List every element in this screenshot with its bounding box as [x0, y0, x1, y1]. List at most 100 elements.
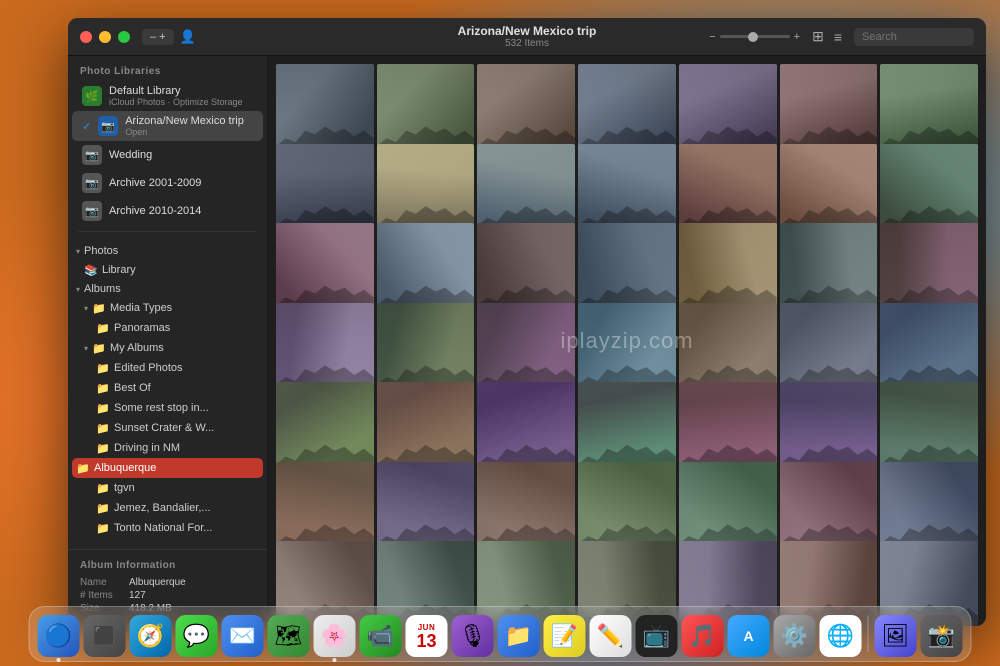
default-library-name: Default Library	[109, 85, 253, 97]
view-toggle: ⊞ ≡	[808, 26, 846, 47]
archive-2001-icon: 📷	[82, 173, 102, 193]
tree-some-rest-stop[interactable]: 📁 Some rest stop in...	[68, 398, 267, 418]
dock-divider	[868, 616, 869, 652]
dock-item-appstore[interactable]: A	[728, 615, 770, 657]
archive-2010-name: Archive 2010-2014	[109, 205, 253, 217]
dock-item-calendar[interactable]: JUN 13	[406, 615, 448, 657]
az-nm-sub: Open	[125, 127, 253, 137]
dock-item-mail[interactable]: ✉️	[222, 615, 264, 657]
dock-item-freeform[interactable]: ✏️	[590, 615, 632, 657]
toolbar-right: − + ⊞ ≡	[709, 26, 974, 47]
zoom-slider-container: − +	[709, 31, 800, 43]
albuquerque-label: Albuquerque	[94, 462, 156, 474]
sidebar-item-archive-2010[interactable]: 📷 Archive 2010-2014	[72, 197, 263, 225]
dock-item-settings[interactable]: ⚙️	[774, 615, 816, 657]
photo-grid[interactable]: iplayzip.com	[268, 56, 986, 626]
az-nm-icon: 📷	[98, 116, 118, 136]
best-of-label: Best Of	[114, 382, 151, 394]
jemez-label: Jemez, Bandalier,...	[114, 502, 211, 514]
grid-view-button[interactable]: ⊞	[808, 26, 828, 47]
tree-panoramas[interactable]: 📁 Panoramas	[68, 318, 267, 338]
dock-item-finder[interactable]: 🔵	[38, 615, 80, 657]
tree-photos-section[interactable]: ▾ Photos	[68, 242, 267, 260]
dock-item-safari[interactable]: 🧭	[130, 615, 172, 657]
tree-nav: ▾ Photos 📚 Library ▾ Albums ▾ 📁 Media Ty…	[68, 238, 267, 542]
list-view-button[interactable]: ≡	[830, 26, 846, 47]
tree-albuquerque[interactable]: 📁 Albuquerque	[72, 458, 263, 478]
add-remove-button[interactable]: – +	[142, 29, 174, 45]
window-subtitle: 532 Items	[458, 38, 597, 49]
album-info-name-key: Name	[80, 577, 125, 588]
user-icon[interactable]: 👤	[180, 29, 196, 45]
dock-item-files[interactable]: 📁	[498, 615, 540, 657]
album-info-name-row: Name Albuquerque	[80, 577, 255, 588]
photos-label: Photos	[84, 245, 118, 257]
zoom-slider-track[interactable]	[720, 35, 790, 38]
dock-item-facetime[interactable]: 📹	[360, 615, 402, 657]
dock-item-screenshots[interactable]: 📸	[921, 615, 963, 657]
tree-tgvn[interactable]: 📁 tgvn	[68, 478, 267, 498]
tree-my-albums[interactable]: ▾ 📁 My Albums	[68, 338, 267, 358]
media-types-arrow: ▾	[84, 304, 88, 313]
dock-item-messages[interactable]: 💬	[176, 615, 218, 657]
dock-item-maps[interactable]: 🗺	[268, 615, 310, 657]
tree-albums-section[interactable]: ▾ Albums	[68, 280, 267, 298]
album-info-items-row: # Items 127	[80, 590, 255, 601]
dock: 🔵 ⬛ 🧭 💬 ✉️ 🗺 🌸 📹 JUN 13 🎙 📁 📝 ✏️ 📺 🎵 A ⚙…	[29, 606, 972, 662]
some-rest-stop-icon: 📁	[96, 401, 110, 415]
tree-media-types[interactable]: ▾ 📁 Media Types	[68, 298, 267, 318]
dock-item-preview[interactable]: 🖼	[875, 615, 917, 657]
album-info-name-value: Albuquerque	[129, 577, 186, 588]
close-button[interactable]	[80, 31, 92, 43]
tree-driving-in-nm[interactable]: 📁 Driving in NM	[68, 438, 267, 458]
dock-item-launchpad[interactable]: ⬛	[84, 615, 126, 657]
toolbar-actions: – + 👤	[142, 29, 196, 45]
sidebar-item-archive-2001[interactable]: 📷 Archive 2001-2009	[72, 169, 263, 197]
library-label: Library	[102, 264, 136, 276]
tree-edited-photos[interactable]: 📁 Edited Photos	[68, 358, 267, 378]
window-title: Arizona/New Mexico trip	[458, 24, 597, 38]
sidebar-item-az-nm[interactable]: ✓ 📷 Arizona/New Mexico trip Open	[72, 111, 263, 141]
dock-item-notes[interactable]: 📝	[544, 615, 586, 657]
sidebar-item-default-library[interactable]: 🌿 Default Library iCloud Photos · Optimi…	[72, 81, 263, 111]
dock-item-chrome[interactable]: 🌐	[820, 615, 862, 657]
my-albums-arrow: ▾	[84, 344, 88, 353]
dock-item-photos[interactable]: 🌸	[314, 615, 356, 657]
tree-jemez[interactable]: 📁 Jemez, Bandalier,...	[68, 498, 267, 518]
photo-libraries-section-label: Photo Libraries	[68, 56, 267, 81]
media-types-label: Media Types	[110, 302, 172, 314]
minimize-button[interactable]	[99, 31, 111, 43]
library-folder-icon: 📚	[84, 263, 98, 277]
jemez-icon: 📁	[96, 501, 110, 515]
zoom-slider-thumb[interactable]	[748, 32, 758, 42]
dock-item-music[interactable]: 🎵	[682, 615, 724, 657]
zoom-minus-icon: −	[709, 31, 715, 43]
tree-sunset-crater[interactable]: 📁 Sunset Crater & W...	[68, 418, 267, 438]
title-bar: – + 👤 Arizona/New Mexico trip 532 Items …	[68, 18, 986, 56]
sunset-crater-icon: 📁	[96, 421, 110, 435]
sidebar-item-wedding[interactable]: 📷 Wedding	[72, 141, 263, 169]
dock-item-appletv[interactable]: 📺	[636, 615, 678, 657]
tree-tonto[interactable]: 📁 Tonto National For...	[68, 518, 267, 538]
plus-label: +	[159, 31, 165, 43]
traffic-lights	[80, 31, 130, 43]
az-nm-name: Arizona/New Mexico trip	[125, 115, 253, 127]
photos-arrow: ▾	[76, 247, 80, 256]
calendar-date: 13	[416, 632, 436, 650]
active-library-checkmark: ✓	[82, 120, 91, 133]
sidebar: Photo Libraries 🌿 Default Library iCloud…	[68, 56, 268, 626]
toolbar-center: Arizona/New Mexico trip 532 Items	[458, 24, 597, 49]
search-input[interactable]	[854, 28, 974, 46]
dock-item-podcasts[interactable]: 🎙	[452, 615, 494, 657]
best-of-icon: 📁	[96, 381, 110, 395]
maximize-button[interactable]	[118, 31, 130, 43]
tree-best-of[interactable]: 📁 Best Of	[68, 378, 267, 398]
default-library-sub: iCloud Photos · Optimize Storage	[109, 97, 253, 107]
photos-app-window: – + 👤 Arizona/New Mexico trip 532 Items …	[68, 18, 986, 626]
tree-library[interactable]: 📚 Library	[68, 260, 267, 280]
sunset-crater-label: Sunset Crater & W...	[114, 422, 214, 434]
tgvn-label: tgvn	[114, 482, 135, 494]
wedding-icon: 📷	[82, 145, 102, 165]
media-types-icon: 📁	[92, 301, 106, 315]
archive-2001-name: Archive 2001-2009	[109, 177, 253, 189]
